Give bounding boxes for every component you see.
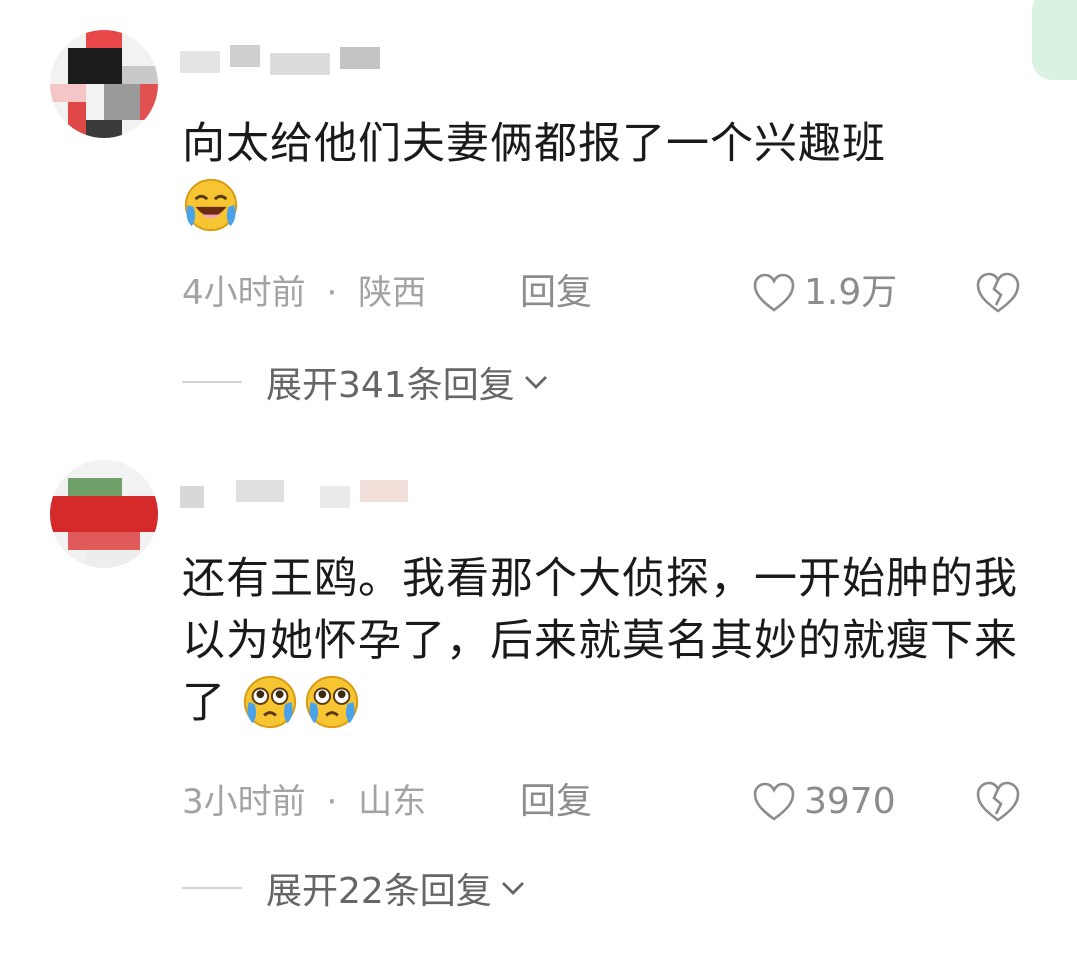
like-count: 3970: [804, 781, 896, 822]
expand-replies-label: 展开341条回复: [266, 365, 515, 406]
laugh-cry-emoji: [184, 178, 238, 232]
comment-meta: 3小时前 · 山东: [182, 777, 426, 827]
comment-item: 向太给他们夫妻俩都报了一个兴趣班 4小时前 · 陕西 回复 1.9万 展开341…: [0, 0, 1077, 430]
comment-meta: 4小时前 · 陕西: [182, 268, 426, 318]
avatar[interactable]: [50, 30, 158, 138]
like-count: 1.9万: [804, 272, 898, 313]
heart-icon: [753, 273, 795, 312]
broken-heart-icon[interactable]: [974, 271, 1022, 315]
expand-replies-label: 展开22条回复: [266, 871, 492, 912]
timestamp: 4小时前: [182, 273, 306, 313]
teary-eyes-emoji: [243, 675, 296, 729]
emoji-row: [182, 176, 244, 241]
comment-text: 向太给他们夫妻俩都报了一个兴趣班: [182, 113, 1022, 241]
chevron-down-icon: [501, 882, 524, 895]
meta-separator: ·: [326, 273, 338, 313]
location: 山东: [358, 782, 427, 822]
comment-text: 还有王鸥。我看那个大侦探，一开始肿的我以为她怀孕了，后来就莫名其妙的就瘦下来了: [182, 548, 1022, 738]
comment-item: 还有王鸥。我看那个大侦探，一开始肿的我以为她怀孕了，后来就莫名其妙的就瘦下来了: [0, 455, 1077, 955]
chevron-down-icon: [524, 376, 547, 389]
broken-heart-icon[interactable]: [974, 780, 1022, 824]
avatar[interactable]: [50, 460, 158, 568]
divider-line: [182, 887, 242, 889]
reply-button[interactable]: 回复: [520, 268, 592, 318]
divider-line: [182, 381, 242, 383]
like-button[interactable]: 1.9万: [752, 268, 897, 318]
timestamp: 3小时前: [182, 782, 306, 822]
expand-replies-button[interactable]: 展开22条回复: [182, 863, 526, 913]
username-redacted[interactable]: [180, 480, 408, 514]
emoji-row: [241, 673, 365, 738]
comment-body: 向太给他们夫妻俩都报了一个兴趣班: [182, 119, 886, 169]
reply-button[interactable]: 回复: [520, 777, 592, 827]
meta-separator: ·: [326, 782, 338, 822]
teary-eyes-emoji: [305, 675, 358, 729]
heart-icon: [753, 782, 795, 821]
location: 陕西: [358, 273, 427, 313]
expand-replies-button[interactable]: 展开341条回复: [182, 357, 549, 407]
username-redacted[interactable]: [180, 45, 390, 79]
like-button[interactable]: 3970: [752, 777, 896, 827]
